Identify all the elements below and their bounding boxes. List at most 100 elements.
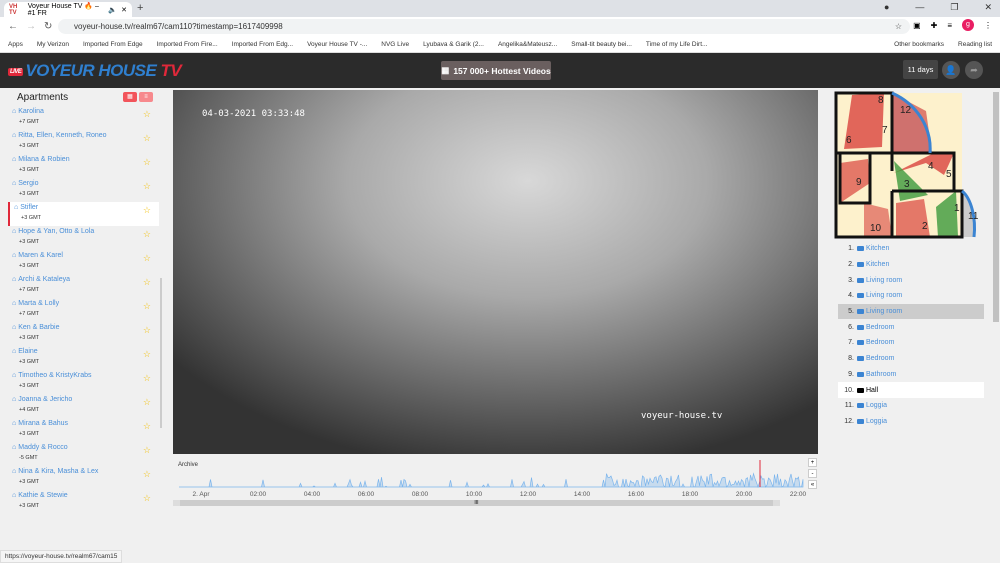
list-view-button[interactable]: ≡ [139, 92, 153, 102]
bookmark-item[interactable]: Imported From Edge [83, 41, 143, 48]
camera-item[interactable]: 1. Kitchen [838, 241, 984, 257]
apartment-item[interactable]: ⌂ Joanna & Jericho +4 GMT ☆ [8, 394, 159, 418]
bookmark-star-icon[interactable]: ☆ [895, 22, 902, 31]
apartment-item[interactable]: ⌂ Marta & Lolly +7 GMT ☆ [8, 298, 159, 322]
apartment-name[interactable]: ⌂ Archi & Kataleya [12, 276, 70, 283]
bookmark-item[interactable]: Time of my Life Dirt... [646, 41, 708, 48]
apartment-name[interactable]: ⌂ Marta & Lolly [12, 300, 59, 307]
favorite-star-icon[interactable]: ☆ [143, 325, 151, 336]
camera-video[interactable]: 04-03-2021 03:33:48 voyeur-house.tv [173, 90, 818, 454]
archive-timeline[interactable]: 2. Apr 02:00 04:00 06:00 08:00 10:00 12:00 14:0… [173, 456, 818, 508]
favorite-star-icon[interactable]: ☆ [143, 229, 151, 240]
apartment-item[interactable]: ⌂ Archi & Kataleya +7 GMT ☆ [8, 274, 159, 298]
apartment-name[interactable]: ⌂ Timotheo & KristyKrabs [12, 372, 92, 379]
apartment-name[interactable]: ⌂ Ken & Barbie [12, 324, 59, 331]
zoom-reset-button[interactable]: - [808, 469, 817, 478]
apartment-item[interactable]: ⌂ Maddy & Rocco -5 GMT ☆ [8, 442, 159, 466]
favorite-star-icon[interactable]: ☆ [143, 253, 151, 264]
camera-item[interactable]: 6. Bedroom [838, 319, 984, 335]
new-tab-button[interactable]: + [137, 2, 143, 14]
apartment-item[interactable]: ⌂ Sergio +3 GMT ☆ [8, 178, 159, 202]
bookmark-item[interactable]: Angelika&Mateusz... [498, 41, 557, 48]
media-queue-icon[interactable]: ≡ [947, 21, 952, 30]
floor-plan-camera-label[interactable]: 4 [928, 161, 934, 172]
camera-item[interactable]: 10. Hall [838, 382, 984, 398]
apartment-name[interactable]: ⌂ Karolina [12, 108, 44, 115]
favorite-star-icon[interactable]: ☆ [143, 301, 151, 312]
floor-plan-camera-label[interactable]: 3 [904, 179, 910, 190]
apartment-name[interactable]: ⌂ Kathie & Stewie [12, 492, 68, 499]
apartment-item[interactable]: ⌂ Ken & Barbie +3 GMT ☆ [8, 322, 159, 346]
close-tab-icon[interactable]: ✕ [121, 6, 127, 14]
apartment-item[interactable]: ⌂ Mirana & Bahus +3 GMT ☆ [8, 418, 159, 442]
apartment-item[interactable]: ⌂ Milana & Robien +3 GMT ☆ [8, 154, 159, 178]
favorite-star-icon[interactable]: ☆ [143, 493, 151, 504]
apartment-name[interactable]: ⌂ Stifler [14, 204, 38, 211]
back-button[interactable]: ← [8, 21, 18, 32]
favorite-star-icon[interactable]: ☆ [143, 277, 151, 288]
other-bookmarks[interactable]: Other bookmarks [894, 41, 944, 48]
apartment-name[interactable]: ⌂ Maren & Karel [12, 252, 63, 259]
floor-plan-camera-label[interactable]: 11 [968, 211, 979, 222]
browser-tab[interactable]: VH TV Voyeur House TV 🔥 – #1 FR 🔈 ✕ [4, 2, 132, 17]
bookmark-item[interactable]: NVG Live [381, 41, 409, 48]
extensions-icon[interactable]: ✚ [931, 21, 938, 30]
floor-plan-camera-label[interactable]: 6 [846, 135, 852, 146]
bookmark-item[interactable]: My Verizon [37, 41, 69, 48]
floor-plan-camera-label[interactable]: 12 [900, 105, 912, 116]
apartment-item[interactable]: ⌂ Hope & Yan, Otto & Lola +3 GMT ☆ [8, 226, 159, 250]
bookmark-item[interactable]: Lyubava & Garik (2... [423, 41, 484, 48]
favorite-star-icon[interactable]: ☆ [143, 349, 151, 360]
favorite-star-icon[interactable]: ☆ [143, 205, 151, 216]
apartment-item[interactable]: ⌂ Kathie & Stewie +3 GMT ☆ [8, 490, 159, 514]
apartment-item[interactable]: ⌂ Elaine +3 GMT ☆ [8, 346, 159, 370]
apartment-name[interactable]: ⌂ Nina & Kira, Masha & Lex [12, 468, 98, 475]
apartment-name[interactable]: ⌂ Milana & Robien [12, 156, 70, 163]
reading-list[interactable]: Reading list [958, 41, 992, 48]
camera-item[interactable]: 4. Living room [838, 288, 984, 304]
favorite-star-icon[interactable]: ☆ [143, 469, 151, 480]
cast-icon[interactable]: ▣ [913, 21, 921, 30]
user-icon[interactable]: 👤 [942, 61, 960, 79]
apartment-name[interactable]: ⌂ Sergio [12, 180, 38, 187]
floor-plan-camera-label[interactable]: 10 [870, 223, 882, 234]
timeline-scroll-thumb[interactable]: III [180, 500, 773, 506]
page-scrollbar[interactable] [992, 88, 1000, 548]
days-remaining-button[interactable]: 11 days [903, 60, 938, 79]
apartment-name[interactable]: ⌂ Ritta, Ellen, Kenneth, Roneo [12, 132, 107, 139]
zoom-in-button[interactable]: + [808, 458, 817, 467]
floor-plan-camera-label[interactable]: 7 [882, 125, 888, 136]
media-icon[interactable]: ● [884, 2, 889, 13]
favorite-star-icon[interactable]: ☆ [143, 133, 151, 144]
floor-plan-camera-label[interactable]: 5 [946, 169, 952, 180]
bookmark-item[interactable]: Imported From Fire... [157, 41, 218, 48]
hottest-videos-button[interactable]: ▦ 157 000+ Hottest Videos [441, 61, 551, 80]
camera-item[interactable]: 5. Living room [838, 303, 984, 320]
archive-activity-chart[interactable]: 2. Apr 02:00 04:00 06:00 08:00 10:00 12:00 14:0… [173, 456, 808, 500]
grid-view-button[interactable]: ▦ [123, 92, 137, 102]
favorite-star-icon[interactable]: ☆ [143, 445, 151, 456]
close-window-button[interactable]: ✕ [984, 2, 992, 13]
camera-item[interactable]: 8. Bedroom [838, 351, 984, 367]
apartment-floor-plan[interactable]: 123456789101112 [834, 91, 984, 239]
favorite-star-icon[interactable]: ☆ [143, 373, 151, 384]
share-icon[interactable]: ➦ [965, 61, 983, 79]
bookmark-item[interactable]: Small-tit beauty bei... [571, 41, 632, 48]
url-input[interactable]: voyeur-house.tv/realm67/cam110?timestamp… [58, 19, 910, 34]
apartment-name[interactable]: ⌂ Mirana & Bahus [12, 420, 68, 427]
apartment-name[interactable]: ⌂ Elaine [12, 348, 38, 355]
camera-item[interactable]: 2. Kitchen [838, 257, 984, 273]
camera-item[interactable]: 3. Living room [838, 272, 984, 288]
forward-button[interactable]: → [26, 21, 36, 32]
apartment-item[interactable]: ⌂ Maren & Karel +3 GMT ☆ [8, 250, 159, 274]
apartment-item[interactable]: ⌂ Timotheo & KristyKrabs +3 GMT ☆ [8, 370, 159, 394]
bookmark-item[interactable]: Apps [8, 41, 23, 48]
apartment-item[interactable]: ⌂ Nina & Kira, Masha & Lex +3 GMT ☆ [8, 466, 159, 490]
favorite-star-icon[interactable]: ☆ [143, 181, 151, 192]
bookmark-item[interactable]: Imported From Edg... [232, 41, 293, 48]
zoom-out-button[interactable]: « [808, 480, 817, 489]
floor-plan-camera-label[interactable]: 9 [856, 177, 862, 188]
camera-item[interactable]: 12. Loggia [838, 414, 984, 430]
sidebar-scrollbar[interactable] [160, 278, 162, 428]
apartment-name[interactable]: ⌂ Joanna & Jericho [12, 396, 72, 403]
